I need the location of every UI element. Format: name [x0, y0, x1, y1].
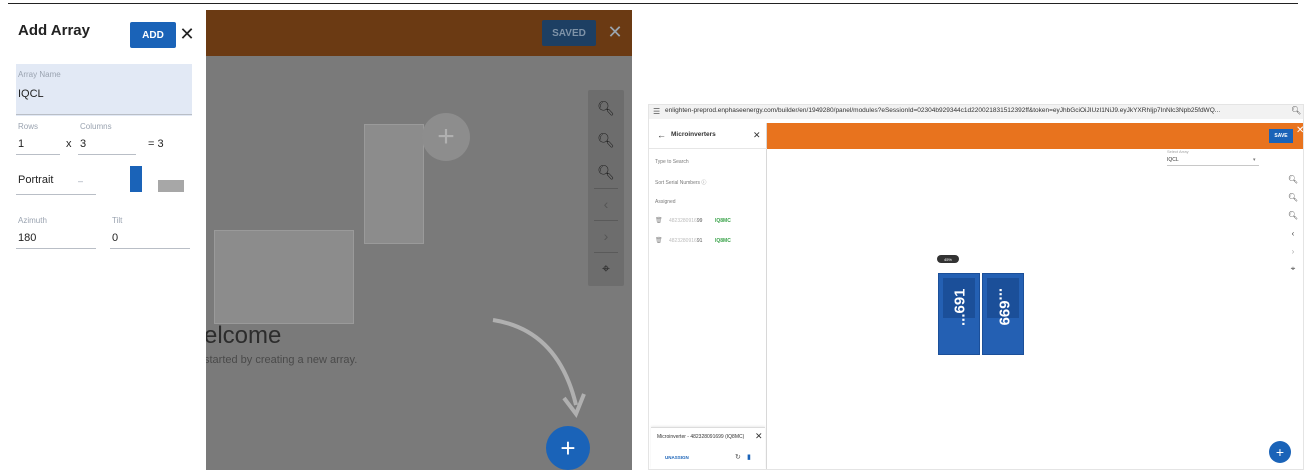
serial-suffix: 99: [696, 218, 703, 224]
tilt-input[interactable]: 0: [112, 232, 118, 244]
background-panel-array: [214, 230, 354, 324]
chevron-right-icon[interactable]: ›: [1285, 243, 1301, 259]
add-array-fab[interactable]: +: [546, 426, 590, 470]
browser-address-bar[interactable]: ☰ enlighten-preprod.enphaseenergy.com/bu…: [649, 105, 1303, 119]
assigned-heading: Assigned: [655, 199, 676, 205]
solar-module[interactable]: ...691: [938, 273, 980, 355]
trash-icon[interactable]: 🗑︎: [655, 217, 663, 224]
search-input[interactable]: Type to Search: [655, 159, 689, 165]
chevron-left-icon[interactable]: ‹: [1285, 225, 1301, 241]
back-arrow-icon[interactable]: ←: [657, 130, 666, 140]
center-focus-icon[interactable]: ⌖: [588, 254, 624, 282]
tilt-label: Tilt: [112, 216, 123, 225]
panel-header: ← Microinverters ✕: [649, 123, 767, 149]
times-sign: x: [66, 138, 72, 150]
trash-icon[interactable]: ▮: [747, 453, 751, 461]
address-url[interactable]: enlighten-preprod.enphaseenergy.com/buil…: [665, 107, 1220, 114]
rows-label: Rows: [18, 122, 39, 131]
add-panel-icon: +: [422, 113, 470, 161]
landscape-toggle[interactable]: [158, 180, 184, 192]
select-underline: [1167, 165, 1259, 166]
orientation-select[interactable]: Portrait: [18, 174, 53, 186]
zoom-in-icon[interactable]: 🔍︎: [588, 94, 624, 122]
save-button[interactable]: SAVE: [1269, 129, 1293, 143]
site-settings-icon[interactable]: ☰: [653, 107, 661, 116]
close-form-icon[interactable]: ✕: [178, 21, 196, 47]
arrow-hint-icon: [492, 318, 586, 419]
chevron-left-icon[interactable]: ‹: [588, 190, 624, 218]
total-modules: = 3: [148, 138, 164, 150]
zoom-out-icon[interactable]: 🔍︎: [1285, 189, 1301, 205]
chevron-right-icon[interactable]: ›: [588, 222, 624, 250]
welcome-title: elcome: [204, 322, 282, 349]
module-serial-label: ...699: [995, 288, 1013, 326]
model-label: IQ8MC: [715, 238, 731, 244]
detail-title: Microinverter - 482328091699 (IQ8MC): [657, 434, 745, 440]
form-title: Add Array: [18, 22, 90, 39]
select-array-dropdown[interactable]: IQCL: [1167, 157, 1179, 163]
panel-title: Microinverters: [671, 131, 716, 138]
list-item[interactable]: 🗑︎ 482328091699 IQ8MC: [655, 217, 763, 227]
azimuth-label: Azimuth: [18, 216, 47, 225]
microinverter-detail-card: Microinverter - 482328091699 (IQ8MC) ✕ U…: [651, 427, 765, 469]
select-array-label: Select Array: [1167, 149, 1189, 154]
rows-input[interactable]: 1: [18, 138, 24, 150]
screenshot-composite: SAVED ✕ + elcome started by creating a n…: [0, 0, 1304, 470]
add-fab[interactable]: +: [1269, 441, 1291, 463]
array-badge[interactable]: 45%: [937, 255, 959, 263]
module-serial-label: ...691: [951, 288, 969, 326]
model-label: IQ8MC: [715, 218, 731, 224]
columns-input[interactable]: 3: [80, 138, 86, 150]
divider-line: [8, 3, 1298, 4]
center-focus-icon[interactable]: ⌖: [1285, 261, 1301, 277]
zoom-controls: 🔍︎ 🔍︎ 🔍︎ ‹ › ⌖: [1285, 171, 1301, 297]
zoom-fit-icon[interactable]: 🔍︎: [1285, 207, 1301, 223]
microinverters-panel: ← Microinverters ✕ Type to Search Sort S…: [649, 123, 767, 469]
close-card-icon[interactable]: ✕: [755, 431, 763, 442]
chevron-down-icon[interactable]: ▾: [1253, 157, 1256, 163]
welcome-subtitle: started by creating a new array.: [204, 354, 358, 366]
array-name-label: Array Name: [18, 70, 61, 79]
azimuth-input[interactable]: 180: [18, 232, 36, 244]
refresh-icon[interactable]: ↻: [735, 453, 741, 461]
close-icon[interactable]: ✕: [1296, 125, 1303, 136]
zoom-in-icon[interactable]: 🔍︎: [1285, 171, 1301, 187]
serial-prefix: 4823280916: [669, 218, 697, 224]
columns-label: Columns: [80, 122, 112, 131]
add-button[interactable]: ADD: [130, 22, 176, 48]
array-name-input[interactable]: IQCL: [18, 88, 44, 100]
right-app-screen: ☰ enlighten-preprod.enphaseenergy.com/bu…: [648, 104, 1304, 470]
close-panel-icon[interactable]: ✕: [753, 130, 761, 141]
left-app-screen: SAVED ✕ + elcome started by creating a n…: [8, 10, 632, 470]
zoom-controls: 🔍︎ 🔍︎ 🔍︎ ‹ › ⌖: [588, 90, 624, 286]
sort-serial-toggle[interactable]: Sort Serial Numbers ⓘ: [655, 179, 706, 186]
add-array-form: Add Array ADD ✕ Array Name IQCL Rows 1 x…: [8, 10, 206, 470]
chevron-down-icon[interactable]: –: [78, 176, 83, 186]
serial-prefix: 4823280916: [669, 238, 697, 244]
close-icon[interactable]: ✕: [606, 20, 624, 44]
zoom-out-icon[interactable]: 🔍︎: [588, 126, 624, 154]
unassign-button[interactable]: UNASSIGN: [665, 455, 689, 460]
saved-button[interactable]: SAVED: [542, 20, 596, 46]
portrait-toggle[interactable]: [130, 166, 142, 192]
solar-module[interactable]: ...699: [982, 273, 1024, 355]
serial-suffix: 91: [696, 238, 703, 244]
list-item[interactable]: 🗑︎ 482328091691 IQ8MC: [655, 237, 763, 247]
browser-zoom-icon[interactable]: 🔍︎: [1291, 106, 1301, 115]
zoom-fit-icon[interactable]: 🔍︎: [588, 158, 624, 186]
trash-icon[interactable]: 🗑︎: [655, 237, 663, 244]
background-panel-array: [364, 124, 424, 244]
